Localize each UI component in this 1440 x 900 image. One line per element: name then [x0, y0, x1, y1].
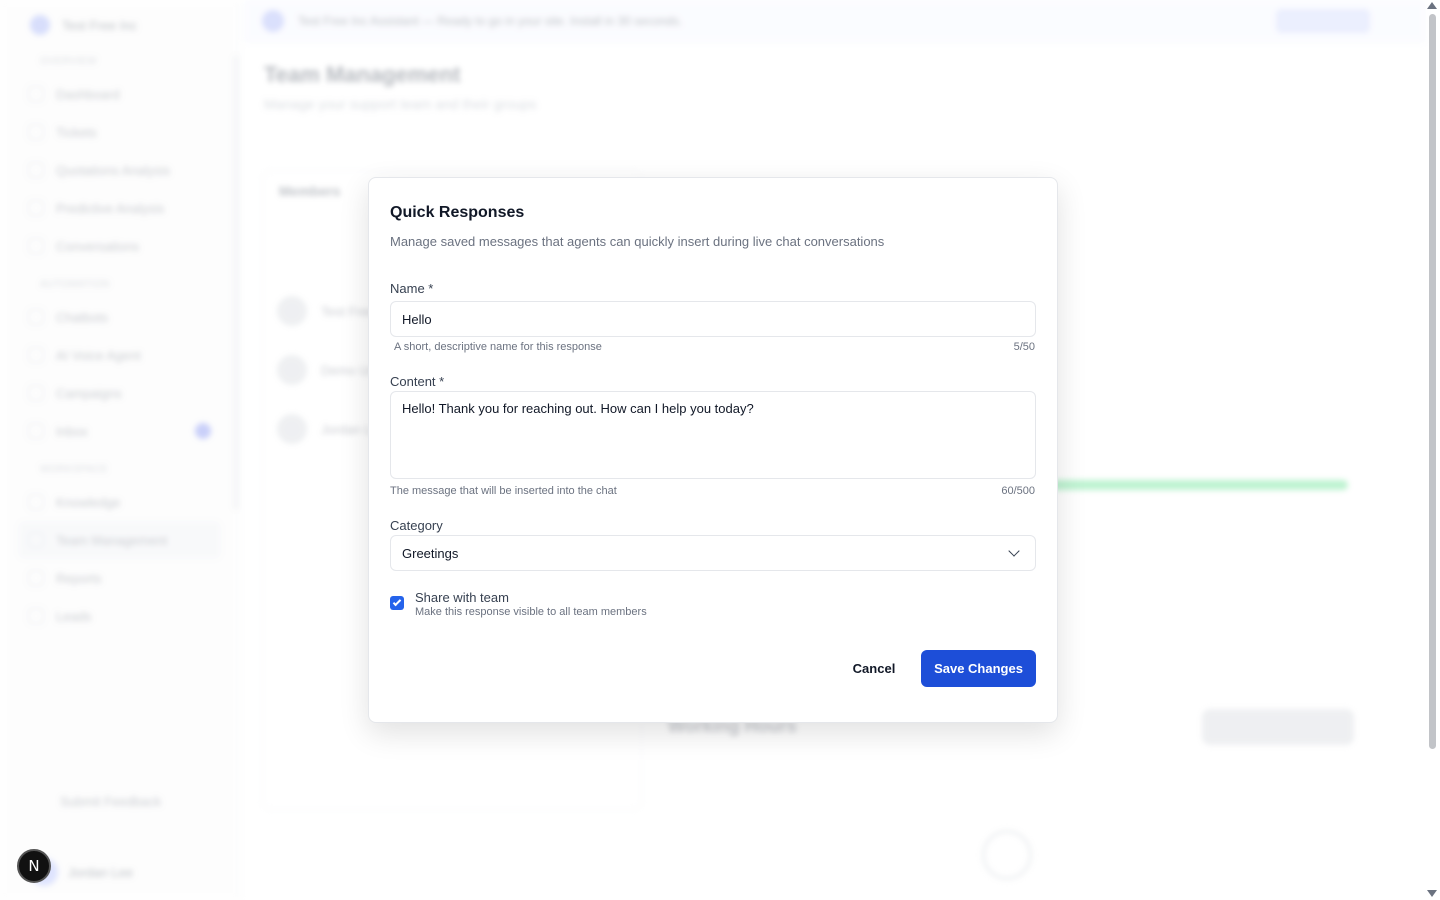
scroll-up-arrow-icon[interactable] — [1427, 2, 1437, 9]
share-with-team-description: Make this response visible to all team m… — [415, 606, 647, 618]
quick-responses-dialog: Quick Responses Manage saved messages th… — [368, 177, 1058, 723]
name-hint: A short, descriptive name for this respo… — [394, 341, 602, 353]
name-char-count: 5/50 — [1013, 341, 1035, 353]
category-label: Category — [390, 518, 443, 533]
content-char-count: 60/500 — [1001, 485, 1035, 497]
content-hint: The message that will be inserted into t… — [390, 485, 617, 497]
content-label: Content * — [390, 374, 445, 389]
name-label: Name * — [390, 281, 434, 296]
share-with-team-checkbox[interactable] — [390, 596, 404, 610]
check-icon — [392, 597, 402, 607]
dev-tools-badge[interactable]: N — [17, 849, 51, 883]
share-with-team-label[interactable]: Share with team — [415, 590, 509, 605]
chevron-down-icon — [1008, 545, 1020, 557]
category-selected-value: Greetings — [402, 545, 459, 561]
page-scrollbar[interactable] — [1429, 14, 1436, 749]
dialog-title: Quick Responses — [390, 204, 525, 221]
content-textarea[interactable]: Hello! Thank you for reaching out. How c… — [390, 391, 1036, 479]
save-changes-button[interactable]: Save Changes — [921, 650, 1036, 687]
dialog-description: Manage saved messages that agents can qu… — [390, 234, 885, 249]
category-select[interactable]: Greetings — [390, 535, 1036, 571]
cancel-button[interactable]: Cancel — [838, 650, 910, 686]
name-input[interactable] — [390, 301, 1036, 337]
scroll-down-arrow-icon[interactable] — [1427, 890, 1437, 897]
